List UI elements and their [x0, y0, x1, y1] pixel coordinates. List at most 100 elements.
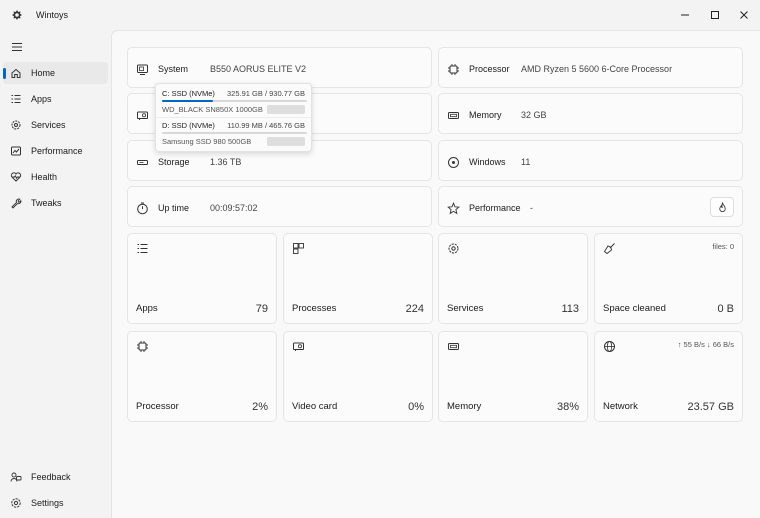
sidebar-item-label: Feedback [31, 472, 71, 482]
card-value: AMD Ryzen 5 5600 6-Core Processor [521, 64, 673, 74]
performance-icon [10, 145, 22, 157]
title-bar: Wintoys [0, 0, 760, 30]
gear-icon [447, 242, 460, 255]
video-card-icon [292, 340, 305, 353]
apps-list-icon [10, 93, 22, 105]
drive-usage-fill [162, 100, 213, 102]
tile-value: 0 B [717, 303, 734, 315]
tile-label: Memory [447, 401, 482, 412]
sidebar-item-home[interactable]: Home [3, 62, 108, 84]
close-button[interactable] [721, 0, 760, 30]
sidebar-item-settings[interactable]: Settings [3, 492, 108, 514]
uptime-card: Up time 00:09:57:02 [127, 186, 432, 227]
run-benchmark-button[interactable] [710, 197, 734, 217]
tile-label: Network [603, 401, 638, 412]
menu-toggle-button[interactable] [6, 38, 28, 56]
globe-icon [603, 340, 616, 353]
card-value: 32 GB [521, 110, 547, 120]
tile-value: 2% [252, 401, 268, 413]
processes-icon [292, 242, 305, 255]
stopwatch-icon [136, 202, 149, 215]
redacted-serial [267, 105, 305, 114]
app-logo-icon [11, 9, 23, 21]
network-tile[interactable]: ↑ 55 B/s ↓ 66 B/s Network 23.57 GB [594, 331, 743, 422]
files-count: files: 0 [712, 242, 734, 251]
home-icon [10, 67, 22, 79]
tile-value: 38% [556, 401, 579, 413]
memory-card: Memory 32 GB [438, 93, 743, 134]
memory-icon [447, 109, 460, 122]
drive-usage-bar [162, 100, 307, 102]
gear-icon [10, 119, 22, 131]
broom-icon [603, 242, 616, 255]
card-title: Windows [469, 157, 506, 167]
sidebar-item-performance[interactable]: Performance [3, 140, 108, 162]
drive-model: Samsung SSD 980 500GB [162, 137, 252, 146]
sidebar-item-apps[interactable]: Apps [3, 88, 108, 110]
card-title: Processor [469, 64, 510, 74]
tile-value: 79 [255, 303, 268, 315]
network-speed: ↑ 55 B/s ↓ 66 B/s [677, 340, 734, 349]
memory-icon [447, 340, 460, 353]
video-card-tile[interactable]: Video card 0% [283, 331, 433, 422]
card-value: 11 [521, 157, 531, 167]
card-title: Up time [158, 203, 190, 213]
hamburger-icon [12, 43, 22, 51]
tile-value: 113 [561, 303, 579, 315]
drive-usage-bar [162, 132, 307, 134]
maximize-icon [711, 11, 719, 19]
card-value: 1.36 TB [210, 157, 242, 167]
settings-gear-icon [10, 497, 22, 509]
processes-tile[interactable]: Processes 224 [283, 233, 433, 324]
sidebar-item-label: Health [31, 172, 58, 182]
sidebar-item-tweaks[interactable]: Tweaks [3, 192, 108, 214]
star-icon [447, 202, 460, 215]
drive-name: D: SSD (NVMe) [162, 121, 215, 130]
drive-usage: 110.99 MB / 465.76 GB [227, 121, 305, 130]
sidebar-item-health[interactable]: Health [3, 166, 108, 188]
tile-label: Processor [136, 401, 179, 412]
card-value: B550 AORUS ELITE V2 [210, 64, 307, 74]
tile-label: Services [447, 303, 484, 314]
card-title: Storage [158, 157, 190, 167]
storage-icon [136, 156, 149, 169]
system-icon [136, 63, 149, 76]
sidebar-item-feedback[interactable]: Feedback [3, 466, 108, 488]
card-title: Memory [469, 110, 502, 120]
tile-value: 0% [408, 401, 424, 413]
redacted-serial [267, 137, 305, 146]
feedback-icon [10, 471, 22, 483]
performance-card: Performance - [438, 186, 743, 227]
apps-tile[interactable]: Apps 79 [127, 233, 277, 324]
sidebar-item-label: Home [31, 68, 56, 78]
sidebar-item-label: Settings [31, 498, 64, 508]
processor-card: Processor AMD Ryzen 5 5600 6-Core Proces… [438, 47, 743, 88]
minimize-icon [681, 14, 689, 16]
app-title: Wintoys [36, 10, 69, 20]
storage-details-popup: C: SSD (NVMe) 325.91 GB / 930.77 GB WD_B… [155, 83, 312, 152]
cpu-icon [136, 340, 149, 353]
card-value: - [530, 203, 533, 213]
wrench-icon [10, 197, 22, 209]
system-card: System B550 AORUS ELITE V2 [127, 47, 432, 88]
drive-model: WD_BLACK SN850X 1000GB [162, 105, 263, 114]
space-cleaned-tile[interactable]: files: 0 Space cleaned 0 B [594, 233, 743, 324]
cpu-icon [447, 63, 460, 76]
tile-value: 23.57 GB [687, 401, 734, 413]
processor-tile[interactable]: Processor 2% [127, 331, 277, 422]
services-tile[interactable]: Services 113 [438, 233, 588, 324]
close-icon [740, 11, 748, 19]
sidebar-item-label: Services [31, 120, 66, 130]
sidebar-item-label: Apps [31, 94, 52, 104]
apps-list-icon [136, 242, 149, 255]
tile-label: Space cleaned [603, 303, 666, 314]
flame-icon [718, 201, 726, 212]
sidebar-item-label: Performance [31, 146, 83, 156]
memory-tile[interactable]: Memory 38% [438, 331, 588, 422]
card-title: System [158, 64, 189, 74]
card-title: Performance [469, 203, 521, 213]
video-card-icon [136, 109, 149, 122]
windows-icon [447, 156, 460, 169]
sidebar-item-services[interactable]: Services [3, 114, 108, 136]
tile-label: Apps [136, 303, 158, 314]
